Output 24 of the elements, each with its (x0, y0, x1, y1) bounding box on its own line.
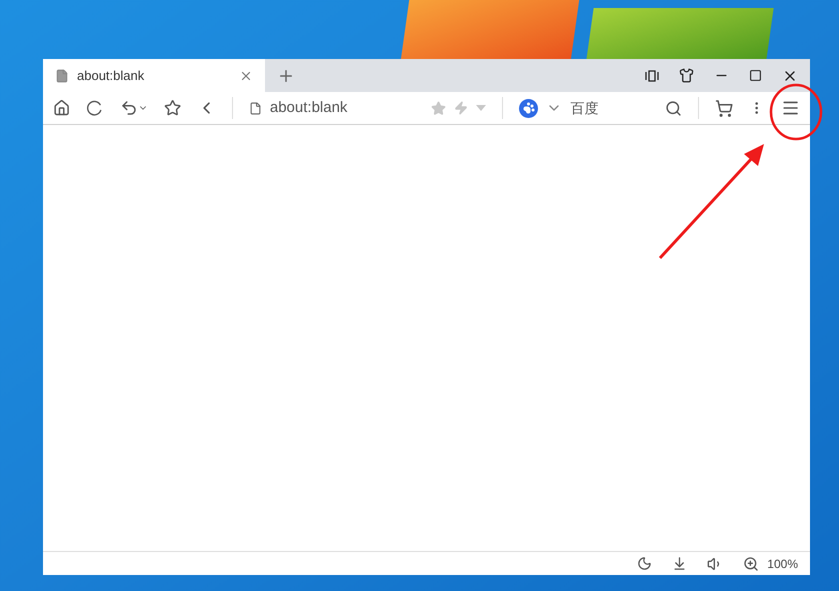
zoom-icon[interactable] (743, 556, 760, 572)
paw-icon[interactable] (519, 98, 538, 118)
maximize-icon[interactable] (749, 69, 762, 82)
shirt-icon[interactable] (679, 68, 694, 83)
cart-icon[interactable] (715, 98, 734, 118)
moon-icon[interactable] (637, 556, 652, 571)
layout-icon[interactable] (645, 68, 659, 82)
address-field[interactable]: about:blank (248, 96, 486, 120)
refresh-icon[interactable] (86, 99, 104, 117)
zoom-level: 100% (767, 556, 798, 572)
address-text: about:blank (270, 98, 348, 118)
search-icon[interactable] (665, 100, 682, 116)
undo-icon[interactable] (120, 99, 148, 117)
home-icon[interactable] (53, 99, 70, 117)
bookmark-icon[interactable] (164, 99, 181, 117)
browser-tab[interactable]: about:blank (43, 59, 265, 92)
search-engine-label: 百度 (570, 98, 600, 118)
star-icon[interactable] (431, 100, 446, 116)
page-icon (248, 102, 262, 114)
annotation-circle (768, 82, 824, 142)
search-field[interactable]: 百度 (519, 98, 682, 118)
download-icon[interactable] (672, 556, 688, 571)
tab-title: about:blank (77, 66, 146, 85)
page-icon (55, 68, 69, 82)
